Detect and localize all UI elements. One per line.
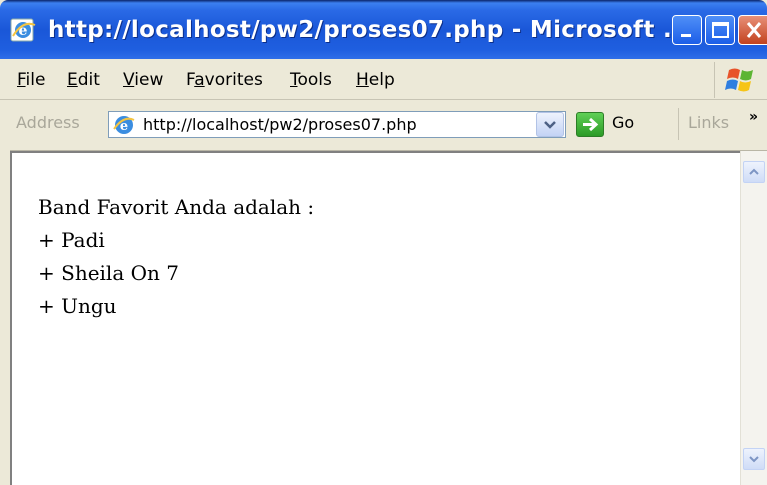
address-url: http://localhost/pw2/proses07.php <box>143 115 417 134</box>
go-button[interactable] <box>576 112 604 137</box>
internet-explorer-icon: e <box>10 16 38 44</box>
links-more-chevron[interactable]: » <box>749 109 758 125</box>
address-input[interactable]: e http://localhost/pw2/proses07.php <box>108 111 566 138</box>
band-item: + Padi <box>38 228 105 252</box>
menu-edit-accel: E <box>67 70 78 90</box>
browser-window: e http://localhost/pw2/proses07.php - Mi… <box>0 0 767 485</box>
title-bar[interactable]: e http://localhost/pw2/proses07.php - Mi… <box>0 0 767 59</box>
band-item: + Sheila On 7 <box>38 261 179 285</box>
scroll-down-button[interactable] <box>743 448 765 470</box>
chevron-down-icon <box>749 456 759 463</box>
menu-file-accel: F <box>17 70 26 90</box>
menu-help[interactable]: Help <box>356 69 395 91</box>
band-item: + Ungu <box>38 294 117 318</box>
menu-edit-label: dit <box>77 70 100 90</box>
menu-tools-label: ools <box>297 70 332 90</box>
menu-favorites[interactable]: Favorites <box>186 69 263 91</box>
maximize-button[interactable] <box>705 15 735 45</box>
menu-file-label: ile <box>25 70 46 90</box>
page-content: Band Favorit Anda adalah : + Padi + Shei… <box>10 151 740 485</box>
menu-help-accel: H <box>356 70 369 90</box>
menu-tools-accel: T <box>290 70 298 90</box>
menu-tools[interactable]: Tools <box>290 69 332 91</box>
address-dropdown-button[interactable] <box>536 112 564 137</box>
window-title: http://localhost/pw2/proses07.php - Micr… <box>48 17 691 43</box>
menu-favorites-label: vorites <box>204 70 263 90</box>
maximize-icon <box>712 22 729 38</box>
windows-logo-icon <box>714 62 765 98</box>
menu-view-label: iew <box>134 70 164 90</box>
arrow-right-icon <box>583 117 599 132</box>
menu-file[interactable]: File <box>17 69 45 91</box>
menu-favorites-prefix: F <box>186 70 195 90</box>
chevron-up-icon <box>749 168 759 175</box>
page-ie-icon: e <box>113 114 135 136</box>
menu-edit[interactable]: Edit <box>67 69 100 91</box>
go-label[interactable]: Go <box>612 113 634 132</box>
address-label: Address <box>16 113 80 132</box>
toolbar-separator <box>678 108 679 140</box>
page-heading: Band Favorit Anda adalah : <box>38 195 315 219</box>
close-icon <box>746 22 762 38</box>
vertical-scrollbar[interactable] <box>740 151 767 485</box>
band-list: Band Favorit Anda adalah : + Padi + Shei… <box>38 191 314 323</box>
links-label[interactable]: Links <box>688 113 729 132</box>
menu-help-label: elp <box>368 70 395 90</box>
minimize-button[interactable] <box>672 15 702 45</box>
menu-view[interactable]: View <box>123 69 163 91</box>
menu-bar: File Edit View Favorites Tools Help <box>0 59 767 100</box>
address-bar: Address e http://localhost/pw2/proses07.… <box>0 100 767 151</box>
menu-favorites-accel: a <box>194 70 205 90</box>
chevron-down-icon <box>544 121 556 129</box>
window-left-border <box>0 150 10 485</box>
scroll-up-button[interactable] <box>743 161 765 183</box>
close-button[interactable] <box>738 15 767 45</box>
menu-view-accel: V <box>123 70 135 90</box>
minimize-icon <box>681 34 691 37</box>
